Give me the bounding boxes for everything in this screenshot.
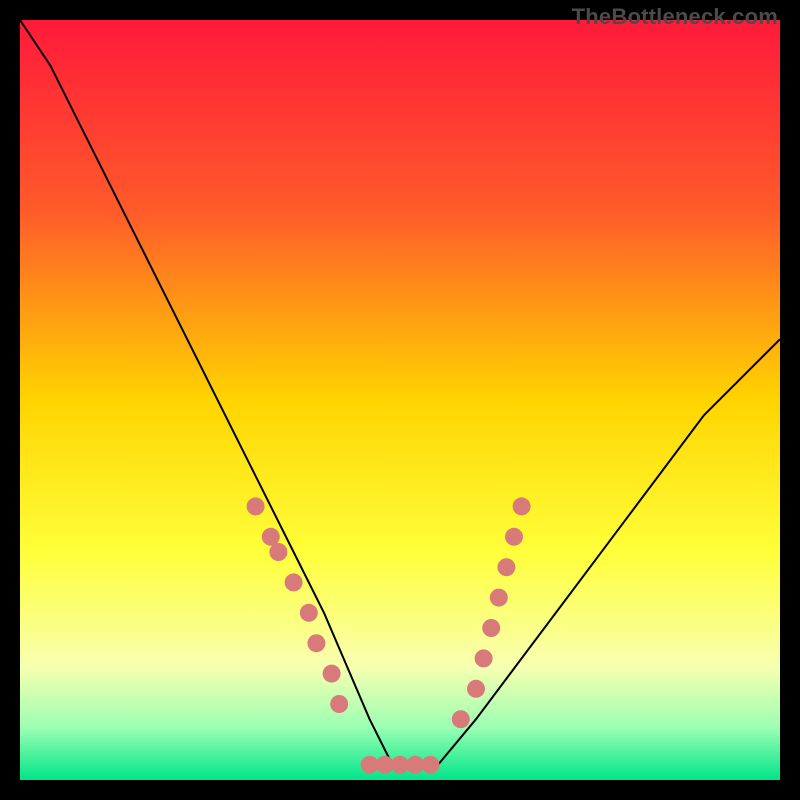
- data-marker: [323, 665, 341, 683]
- data-marker: [421, 756, 439, 774]
- data-marker: [300, 604, 318, 622]
- chart-frame: [20, 20, 780, 780]
- data-marker: [505, 528, 523, 546]
- watermark-label: TheBottleneck.com: [572, 4, 778, 30]
- data-marker: [467, 680, 485, 698]
- data-marker: [497, 558, 515, 576]
- data-marker: [285, 573, 303, 591]
- data-marker: [475, 649, 493, 667]
- chart-background: [20, 20, 780, 780]
- data-marker: [330, 695, 348, 713]
- data-marker: [490, 589, 508, 607]
- data-marker: [307, 634, 325, 652]
- data-marker: [452, 710, 470, 728]
- data-marker: [513, 497, 531, 515]
- data-marker: [482, 619, 500, 637]
- chart-svg: [20, 20, 780, 780]
- chart-plot: [20, 20, 780, 780]
- data-marker: [269, 543, 287, 561]
- data-marker: [247, 497, 265, 515]
